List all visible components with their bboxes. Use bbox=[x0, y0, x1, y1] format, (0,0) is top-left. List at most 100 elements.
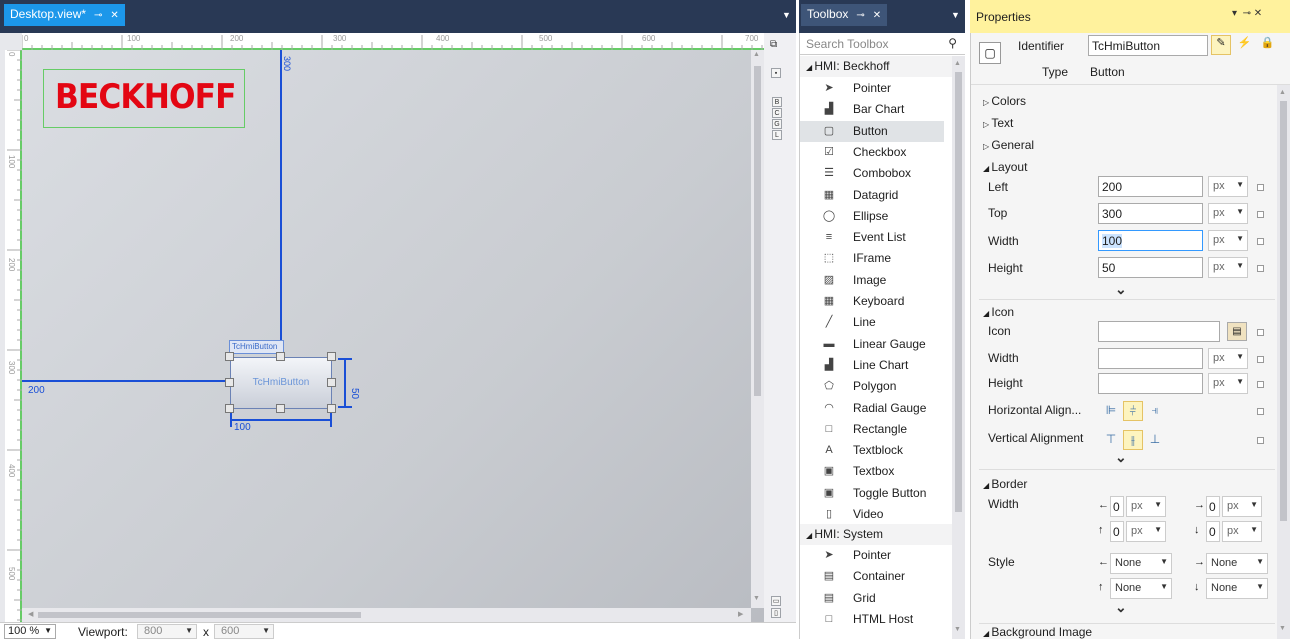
scroll-down-icon[interactable]: ▼ bbox=[954, 626, 961, 633]
height-bind-marker[interactable] bbox=[1257, 265, 1264, 272]
toolbox-item-image[interactable]: ▨ Image bbox=[800, 270, 944, 291]
width-input[interactable]: 100 bbox=[1098, 230, 1203, 251]
design-canvas[interactable]: BECKHOFF 300 200 TcHmiButton TcHmiButton… bbox=[22, 50, 764, 626]
split-v-icon[interactable]: ▯ bbox=[771, 608, 781, 618]
group-hmi-beckhoff[interactable]: ◢ HMI: Beckhoff bbox=[800, 56, 952, 77]
snap-icon[interactable]: ▪ bbox=[771, 68, 781, 78]
align-right-icon[interactable]: ⫣ bbox=[1145, 401, 1165, 421]
resize-handle[interactable] bbox=[276, 404, 285, 413]
toolbox-item-linear-gauge[interactable]: ▬ Linear Gauge bbox=[800, 334, 944, 355]
resize-handle[interactable] bbox=[225, 404, 234, 413]
toolbox-item-system-container[interactable]: ▤ Container bbox=[800, 566, 944, 587]
icon-input[interactable] bbox=[1098, 321, 1220, 342]
section-general[interactable]: ▷ General bbox=[983, 138, 1034, 152]
scroll-up-icon[interactable]: ▲ bbox=[954, 60, 961, 67]
toolbox-item-radial-gauge[interactable]: ◠ Radial Gauge bbox=[800, 398, 944, 419]
tab-desktop-view[interactable]: Desktop.view* ⊸ ✕ bbox=[4, 4, 125, 26]
dropdown-icon[interactable]: ▼ bbox=[951, 10, 960, 20]
identifier-input[interactable]: TcHmiButton bbox=[1088, 35, 1208, 56]
section-colors[interactable]: ▷ Colors bbox=[983, 94, 1026, 108]
toolbox-item-datagrid[interactable]: ▦ Datagrid bbox=[800, 185, 944, 206]
close-icon[interactable]: ✕ bbox=[873, 10, 881, 21]
border-style-right-select[interactable]: None ▼ bbox=[1206, 553, 1268, 574]
border-width-bottom-unit[interactable]: px ▼ bbox=[1222, 521, 1262, 542]
viewport-width-select[interactable]: 800 ▼ bbox=[137, 624, 197, 639]
designer-vscroll[interactable]: ▲ ▼ bbox=[751, 50, 764, 608]
left-bind-marker[interactable] bbox=[1257, 184, 1264, 191]
top-bind-marker[interactable] bbox=[1257, 211, 1264, 218]
tchmi-button[interactable]: TcHmiButton bbox=[230, 357, 332, 409]
search-icon[interactable]: ⚲ bbox=[948, 36, 957, 50]
vscroll-thumb[interactable] bbox=[754, 66, 761, 396]
lock-icon[interactable]: 🔒 bbox=[1258, 36, 1278, 56]
section-border[interactable]: ◢ Border bbox=[983, 477, 1027, 491]
top-input[interactable]: 300 bbox=[1098, 203, 1203, 224]
toolbox-item-system-html-host[interactable]: □ HTML Host bbox=[800, 609, 944, 630]
designer-hscroll[interactable]: ◀ ▶ bbox=[22, 608, 751, 622]
scroll-left-icon[interactable]: ◀ bbox=[28, 610, 33, 618]
border-expand-icon[interactable]: ⌄ bbox=[1115, 599, 1127, 616]
align-top-icon[interactable]: ⊤ bbox=[1101, 430, 1121, 450]
width-unit-select[interactable]: px ▼ bbox=[1208, 230, 1248, 251]
align-middle-icon[interactable]: ⫲ bbox=[1123, 430, 1143, 450]
scroll-down-icon[interactable]: ▼ bbox=[753, 595, 760, 602]
toolbox-item-video[interactable]: ▯ Video bbox=[800, 504, 944, 525]
toolbox-item-ellipse[interactable]: ◯ Ellipse bbox=[800, 206, 944, 227]
toolbox-item-pointer[interactable]: ➤ Pointer bbox=[800, 78, 944, 99]
resize-handle[interactable] bbox=[327, 404, 336, 413]
close-icon[interactable]: ✕ bbox=[110, 10, 118, 21]
icon-width-input[interactable] bbox=[1098, 348, 1203, 369]
scroll-right-icon[interactable]: ▶ bbox=[738, 610, 743, 618]
border-width-right-unit[interactable]: px ▼ bbox=[1222, 496, 1262, 517]
group-hmi-system[interactable]: ◢ HMI: System bbox=[800, 524, 952, 545]
valign-bind-marker[interactable] bbox=[1257, 437, 1264, 444]
search-toolbox-input[interactable]: Search Toolbox ⚲ bbox=[800, 33, 965, 55]
zoom-select[interactable]: 100 % ▼ bbox=[4, 624, 56, 639]
properties-vscroll[interactable]: ▲ ▼ bbox=[1277, 85, 1290, 639]
height-unit-select[interactable]: px ▼ bbox=[1208, 257, 1248, 278]
toolbox-item-toggle-button[interactable]: ▣ Toggle Button bbox=[800, 483, 944, 504]
resize-handle[interactable] bbox=[276, 352, 285, 361]
width-bind-marker[interactable] bbox=[1257, 238, 1264, 245]
border-width-left-input[interactable]: 0 bbox=[1110, 496, 1124, 517]
dropdown-icon[interactable]: ▼ bbox=[782, 10, 791, 20]
scroll-up-icon[interactable]: ▲ bbox=[1279, 89, 1286, 96]
scroll-down-icon[interactable]: ▼ bbox=[1279, 625, 1286, 632]
toolbox-item-bar-chart[interactable]: ▟ Bar Chart bbox=[800, 99, 944, 120]
icon-bind-marker[interactable] bbox=[1257, 329, 1264, 336]
icon-width-bind-marker[interactable] bbox=[1257, 356, 1264, 363]
border-width-left-unit[interactable]: px ▼ bbox=[1126, 496, 1166, 517]
section-layout[interactable]: ◢ Layout bbox=[983, 160, 1027, 174]
layout-expand-icon[interactable]: ⌄ bbox=[1115, 281, 1127, 298]
side-letter-l[interactable]: L bbox=[772, 130, 782, 140]
left-input[interactable]: 200 bbox=[1098, 176, 1203, 197]
toolbox-item-polygon[interactable]: ⬠ Polygon bbox=[800, 376, 944, 397]
border-style-bottom-select[interactable]: None ▼ bbox=[1206, 578, 1268, 599]
toolbox-vscroll[interactable]: ▲ ▼ bbox=[952, 56, 965, 639]
border-style-left-select[interactable]: None ▼ bbox=[1110, 553, 1172, 574]
toolbox-item-rectangle[interactable]: □ Rectangle bbox=[800, 419, 944, 440]
border-style-top-select[interactable]: None ▼ bbox=[1110, 578, 1172, 599]
left-unit-select[interactable]: px ▼ bbox=[1208, 176, 1248, 197]
align-bottom-icon[interactable]: ⊥ bbox=[1145, 430, 1165, 450]
toolbox-item-event-list[interactable]: ≡ Event List bbox=[800, 227, 944, 248]
border-width-top-unit[interactable]: px ▼ bbox=[1126, 521, 1166, 542]
icon-height-input[interactable] bbox=[1098, 373, 1203, 394]
align-left-icon[interactable]: ⊫ bbox=[1101, 401, 1121, 421]
toolbox-item-line[interactable]: ╱ Line bbox=[800, 312, 944, 333]
section-background-image[interactable]: ◢ Background Image bbox=[983, 625, 1092, 639]
border-width-bottom-input[interactable]: 0 bbox=[1206, 521, 1220, 542]
side-letter-c[interactable]: C bbox=[772, 108, 782, 118]
border-width-top-input[interactable]: 0 bbox=[1110, 521, 1124, 542]
toolbox-scroll-thumb[interactable] bbox=[955, 72, 962, 512]
icon-expand-icon[interactable]: ⌄ bbox=[1115, 449, 1127, 466]
view-toggle-icon[interactable]: ⧉ bbox=[770, 39, 777, 50]
split-h-icon[interactable]: ▭ bbox=[771, 596, 781, 606]
icon-height-unit-select[interactable]: px ▼ bbox=[1208, 373, 1248, 394]
icon-height-bind-marker[interactable] bbox=[1257, 381, 1264, 388]
side-letter-b[interactable]: B bbox=[772, 97, 782, 107]
top-unit-select[interactable]: px ▼ bbox=[1208, 203, 1248, 224]
border-width-right-input[interactable]: 0 bbox=[1206, 496, 1220, 517]
resize-handle[interactable] bbox=[327, 352, 336, 361]
toolbox-item-textbox[interactable]: ▣ Textbox bbox=[800, 461, 944, 482]
